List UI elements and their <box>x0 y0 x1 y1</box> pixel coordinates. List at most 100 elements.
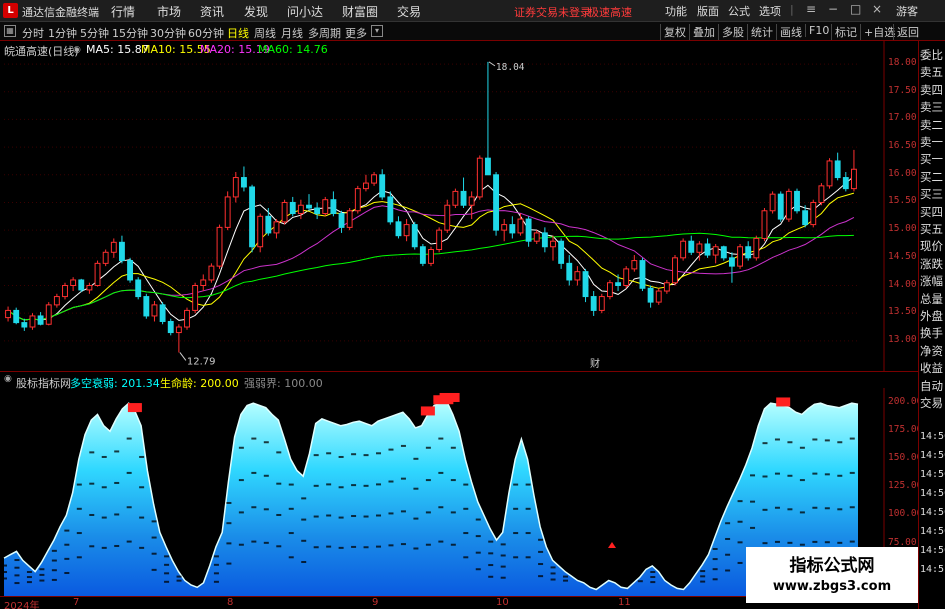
more-chevron-icon[interactable]: ▾ <box>371 25 383 37</box>
indicator-band-mark <box>26 576 32 579</box>
btn-tongji[interactable]: 统计 <box>747 24 776 40</box>
candle-body <box>785 190 792 220</box>
candle <box>672 255 678 286</box>
close-icon[interactable]: × <box>872 2 882 16</box>
candle-body <box>78 279 85 291</box>
period-fenshi[interactable]: 分时 <box>22 25 44 41</box>
btn-huaxian[interactable]: 画线 <box>776 24 805 40</box>
candle <box>517 213 524 236</box>
btn-fuquan[interactable]: 复权 <box>660 24 689 40</box>
menu-caifuquan[interactable]: 财富圈 <box>342 3 378 20</box>
menu-banmian[interactable]: 版面 <box>697 3 719 19</box>
indicator-band-mark <box>363 515 369 518</box>
period-1min[interactable]: 1分钟 <box>48 25 77 41</box>
menu-faxian[interactable]: 发现 <box>244 3 268 20</box>
indicator-band-mark <box>500 565 506 568</box>
menu-gongshi[interactable]: 公式 <box>728 3 750 19</box>
tick-time-label: 14:50 <box>920 488 945 499</box>
indicator-band-mark <box>313 484 319 487</box>
menu-icon[interactable]: ≡ <box>806 2 816 16</box>
indicator-band-mark <box>837 441 843 444</box>
indicator-band-mark <box>101 516 107 519</box>
x-label-aug: 8 <box>227 597 234 608</box>
candle-body <box>118 241 125 262</box>
candle <box>167 318 174 336</box>
indicator-band-mark <box>164 555 170 558</box>
indicator-band-mark <box>26 581 32 584</box>
indicator-band-mark <box>712 568 718 571</box>
indicator-band-mark <box>463 507 469 510</box>
indicator-band-mark <box>213 580 219 583</box>
y-tick-label: 17.50 <box>888 84 917 96</box>
candle-body <box>794 190 800 212</box>
indicator-band-mark <box>450 511 456 514</box>
period-15min[interactable]: 15分钟 <box>112 25 148 41</box>
indicator-band-mark <box>500 554 506 557</box>
indicator-band-mark <box>538 538 544 541</box>
indicator-band-mark <box>824 473 830 476</box>
candle-body <box>761 210 768 239</box>
indicator-band-mark <box>438 437 444 440</box>
toolbar-grid-icon[interactable]: ▦ <box>4 25 16 37</box>
period-5min[interactable]: 5分钟 <box>80 25 109 41</box>
menu-hangqing[interactable]: 行情 <box>111 3 135 20</box>
indicator-band-mark <box>488 552 494 555</box>
candle-body <box>598 296 605 311</box>
period-more[interactable]: 更多 <box>345 25 367 41</box>
speed-alert[interactable]: 极速高速 <box>588 4 632 20</box>
candle <box>769 191 776 214</box>
menu-jiaoyi[interactable]: 交易 <box>397 3 421 20</box>
candle-body <box>362 182 369 190</box>
indicator-band-mark <box>226 501 232 504</box>
indicator-band-mark <box>276 482 282 485</box>
finance-marker[interactable]: 财 <box>590 357 600 370</box>
candlestick-chart[interactable]: 18.04 12.79 财 <box>0 41 918 371</box>
candle <box>761 208 768 242</box>
indicator-band-mark <box>849 506 855 509</box>
indicator-band-mark <box>14 559 20 562</box>
candle <box>143 293 150 319</box>
period-30min[interactable]: 30分钟 <box>150 25 186 41</box>
period-60min[interactable]: 60分钟 <box>188 25 224 41</box>
candle-body <box>606 282 613 298</box>
indicator-band-mark <box>338 516 344 519</box>
candle-body <box>468 196 475 206</box>
candle <box>590 291 597 316</box>
candle <box>826 158 833 189</box>
menu-shichang[interactable]: 市场 <box>157 3 181 20</box>
indicator-band-mark <box>774 472 780 475</box>
btn-duogu[interactable]: 多股 <box>718 24 747 40</box>
guest-label[interactable]: 游客 <box>896 3 918 19</box>
login-alert[interactable]: 证券交易未登录 <box>514 4 591 20</box>
indicator-area <box>4 401 858 596</box>
candle <box>476 155 483 200</box>
menu-xuanxiang[interactable]: 选项 <box>759 3 781 19</box>
menu-zixun[interactable]: 资讯 <box>200 3 224 20</box>
indicator-band-mark <box>164 563 170 566</box>
quote-field-label: 换手 <box>920 326 943 341</box>
btn-diejia[interactable]: 叠加 <box>689 24 718 40</box>
maximize-icon[interactable]: □ <box>850 2 861 16</box>
period-weekly[interactable]: 周线 <box>254 25 276 41</box>
menu-gongneng[interactable]: 功能 <box>665 3 687 19</box>
candle <box>680 238 687 261</box>
indicator-band-mark <box>737 541 743 544</box>
minimize-icon[interactable]: − <box>828 2 838 16</box>
sub-legend-toggle-icon[interactable]: ◉ <box>4 374 12 384</box>
indicator-band-mark <box>812 540 818 543</box>
btn-biaoji[interactable]: 标记 <box>831 24 860 40</box>
candle-body <box>45 304 52 325</box>
indicator-band-mark <box>51 569 57 572</box>
candle-body <box>615 282 622 287</box>
y-tick-label: 17.00 <box>888 112 917 124</box>
candle-body <box>623 268 630 286</box>
period-multi[interactable]: 多周期 <box>308 25 341 41</box>
candle <box>240 166 247 192</box>
period-daily[interactable]: 日线 <box>227 25 249 41</box>
period-monthly[interactable]: 月线 <box>281 25 303 41</box>
indicator-band-mark <box>351 545 357 548</box>
btn-back[interactable]: 返回 <box>893 24 922 40</box>
candle-body <box>712 246 719 256</box>
menu-wenxiaoda[interactable]: 问小达 <box>287 3 323 20</box>
btn-f10[interactable]: F10 <box>805 24 832 37</box>
